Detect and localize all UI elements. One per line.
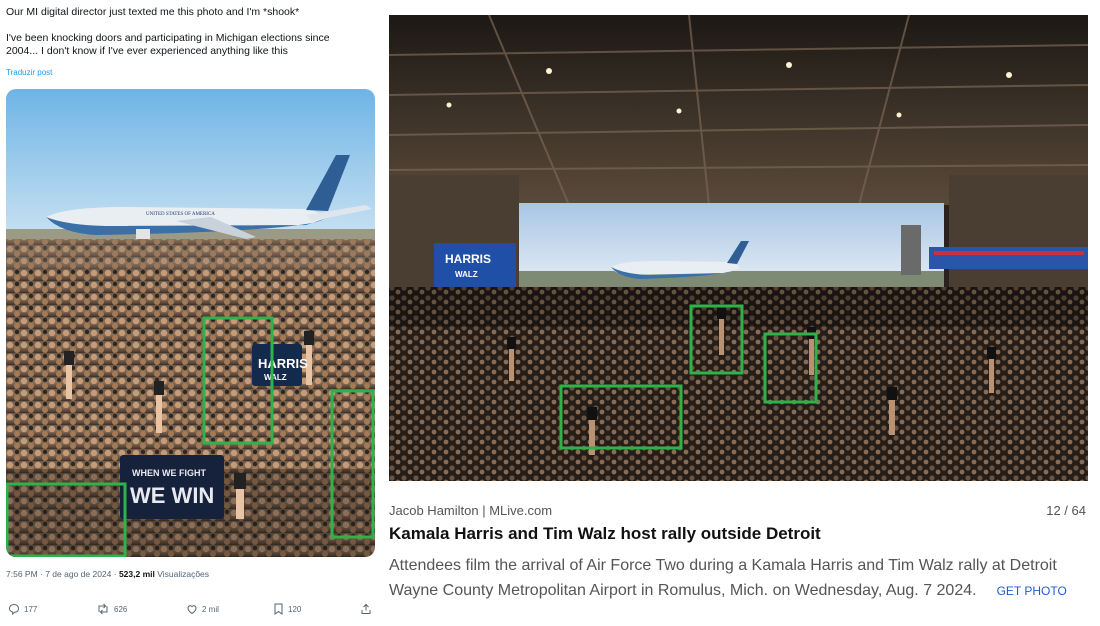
bookmark-count: 120 bbox=[288, 604, 302, 614]
tweet: Our MI digital director just texted me t… bbox=[0, 0, 382, 626]
article-photo[interactable]: HARRIS WALZ bbox=[389, 15, 1088, 481]
bookmark-icon bbox=[274, 603, 283, 615]
svg-text:HARRIS: HARRIS bbox=[258, 356, 308, 371]
reply-button[interactable]: 177 bbox=[8, 600, 37, 618]
repost-count: 626 bbox=[114, 604, 128, 614]
tweet-line-1: Our MI digital director just texted me t… bbox=[6, 6, 300, 18]
tweet-line-2: I've been knocking doors and participati… bbox=[6, 32, 330, 44]
tweet-actions: 177 626 2 mil 120 bbox=[8, 600, 374, 618]
repost-button[interactable]: 626 bbox=[96, 600, 127, 618]
svg-text:WALZ: WALZ bbox=[455, 270, 478, 279]
svg-text:WHEN WE FIGHT: WHEN WE FIGHT bbox=[132, 468, 206, 478]
hangar-rally-photo: HARRIS WALZ bbox=[389, 15, 1088, 481]
tweet-text: Our MI digital director just texted me t… bbox=[6, 6, 376, 58]
article-headline: Kamala Harris and Tim Walz host rally ou… bbox=[389, 524, 821, 543]
svg-text:WALZ: WALZ bbox=[264, 373, 287, 382]
we-win-sign: WHEN WE FIGHT WE WIN bbox=[120, 455, 224, 519]
translate-post-link[interactable]: Traduzir post bbox=[6, 68, 52, 77]
tweet-timestamp[interactable]: 7:56 PM · 7 de ago de 2024 · bbox=[6, 569, 119, 579]
like-button[interactable]: 2 mil bbox=[186, 600, 219, 618]
caption-text: Attendees film the arrival of Air Force … bbox=[389, 557, 1057, 599]
repost-icon bbox=[98, 603, 108, 615]
view-count: 523,2 mil bbox=[118, 569, 155, 579]
get-photo-link[interactable]: GET PHOTO bbox=[997, 584, 1067, 598]
photo-credit: Jacob Hamilton | MLive.com bbox=[389, 503, 553, 518]
rally-photo: UNITED STATES OF AMERICA HARRIS WALZ WHE… bbox=[6, 89, 375, 557]
reply-icon bbox=[8, 603, 20, 615]
gallery-counter: 12 / 64 bbox=[1046, 503, 1086, 518]
bookmark-button[interactable]: 120 bbox=[273, 600, 301, 618]
article: HARRIS WALZ Jacob Hamilton | MLive.com 1… bbox=[389, 0, 1100, 626]
views-label: Visualizações bbox=[154, 569, 210, 579]
svg-text:HARRIS: HARRIS bbox=[445, 252, 491, 266]
heart-icon bbox=[187, 605, 197, 615]
harris-walz-sign: HARRIS WALZ bbox=[252, 344, 308, 386]
reply-count: 177 bbox=[24, 604, 38, 614]
like-count: 2 mil bbox=[202, 604, 219, 614]
share-icon bbox=[361, 603, 371, 614]
harris-walz-banner: HARRIS WALZ bbox=[434, 243, 516, 291]
tweet-meta: 7:56 PM · 7 de ago de 2024 · 523,2 mil V… bbox=[6, 569, 209, 579]
share-button[interactable] bbox=[360, 600, 372, 618]
tweet-photo[interactable]: UNITED STATES OF AMERICA HARRIS WALZ WHE… bbox=[6, 89, 375, 557]
tweet-line-3: 2004... I don't know if I've ever experi… bbox=[6, 45, 288, 57]
plane-lettering: UNITED STATES OF AMERICA bbox=[146, 212, 215, 217]
svg-text:WE WIN: WE WIN bbox=[130, 483, 214, 508]
photo-caption: Attendees film the arrival of Air Force … bbox=[389, 553, 1084, 604]
